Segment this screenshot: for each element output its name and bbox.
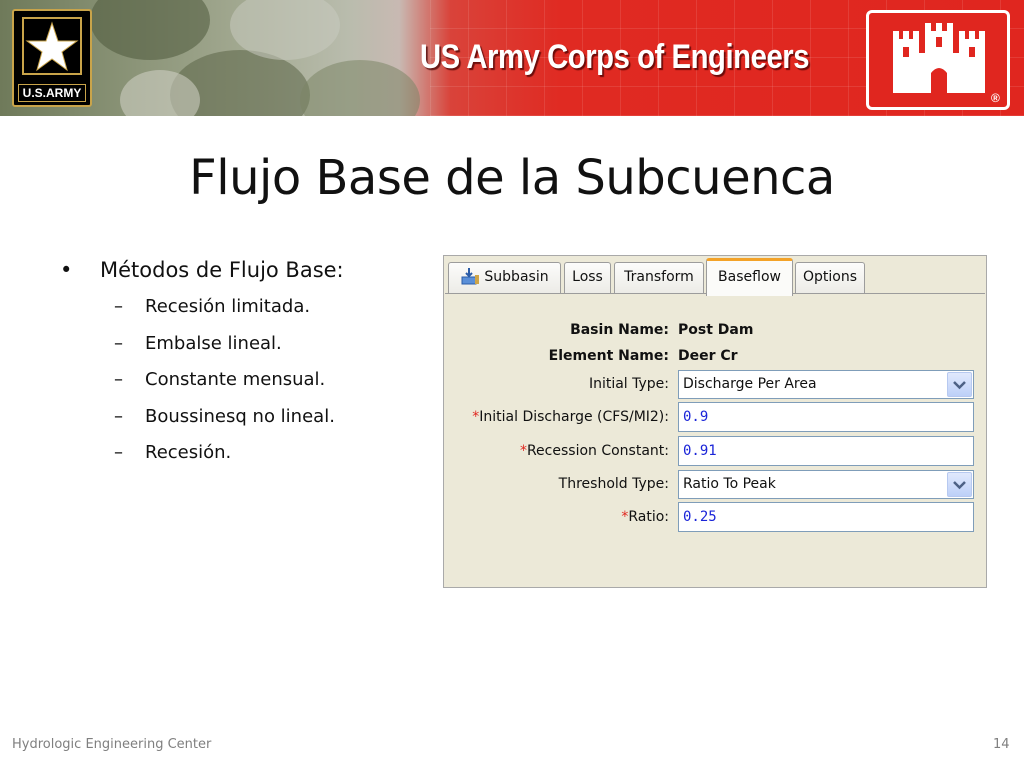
initial-discharge-label: *Initial Discharge (CFS/MI2): xyxy=(472,409,669,425)
initial-type-select[interactable]: Discharge Per Area xyxy=(678,370,974,399)
army-logo-text: U.S.ARMY xyxy=(18,84,86,102)
registered-mark: ® xyxy=(991,91,1000,105)
initial-discharge-value: 0.9 xyxy=(683,409,709,425)
tab-options[interactable]: Options xyxy=(795,262,865,294)
threshold-type-value: Ratio To Peak xyxy=(683,476,776,492)
camo-pattern xyxy=(300,60,420,116)
basin-name-value: Post Dam xyxy=(678,322,754,338)
tab-label: Loss xyxy=(572,269,603,285)
dash-symbol: – xyxy=(114,405,123,427)
ratio-value: 0.25 xyxy=(683,509,717,525)
tab-baseflow[interactable]: Baseflow xyxy=(706,258,793,296)
element-name-label: Element Name: xyxy=(548,348,669,364)
dash-symbol: – xyxy=(114,332,123,354)
bullet-text: Métodos de Flujo Base: xyxy=(100,258,344,282)
initial-type-label: Initial Type: xyxy=(588,376,669,392)
tab-label: Baseflow xyxy=(718,269,781,285)
sub-bullet-text: Constante mensual. xyxy=(145,369,326,390)
baseflow-editor-panel: Subbasin Loss Transform Baseflow Options… xyxy=(443,255,987,588)
tab-label: Transform xyxy=(624,269,694,285)
initial-discharge-label-text: Initial Discharge (CFS/MI2): xyxy=(479,409,669,425)
chevron-down-icon xyxy=(953,381,966,390)
required-marker: * xyxy=(519,443,527,459)
initial-discharge-input[interactable]: 0.9 xyxy=(678,402,974,432)
ratio-input[interactable]: 0.25 xyxy=(678,502,974,532)
dropdown-button[interactable] xyxy=(947,472,972,497)
chevron-down-icon xyxy=(953,481,966,490)
star-icon xyxy=(22,17,82,75)
sub-bullet-text: Recesión. xyxy=(145,442,232,463)
dropdown-button[interactable] xyxy=(947,372,972,397)
dash-symbol: – xyxy=(114,442,123,463)
bullet-symbol: • xyxy=(60,258,73,282)
sub-bullet-text: Embalse lineal. xyxy=(145,332,282,354)
header-banner: U.S.ARMY US Army Corps of Engineers ® xyxy=(0,0,1024,116)
usace-castle-logo: ® xyxy=(866,10,1010,110)
recession-constant-value: 0.91 xyxy=(683,443,717,459)
tab-label: Options xyxy=(802,269,858,285)
element-name-value: Deer Cr xyxy=(678,348,738,364)
footer-organization: Hydrologic Engineering Center xyxy=(12,737,212,752)
us-army-logo: U.S.ARMY xyxy=(12,9,92,107)
threshold-type-label: Threshold Type: xyxy=(558,476,669,492)
tab-transform[interactable]: Transform xyxy=(614,262,704,294)
sub-bullet-text: Recesión limitada. xyxy=(145,296,311,317)
dash-symbol: – xyxy=(114,369,123,390)
tab-label: Subbasin xyxy=(484,269,549,285)
tab-subbasin[interactable]: Subbasin xyxy=(448,262,561,294)
basin-name-label: Basin Name: xyxy=(570,322,669,338)
threshold-type-select[interactable]: Ratio To Peak xyxy=(678,470,974,499)
ratio-label-text: Ratio: xyxy=(628,509,669,525)
baseflow-tab-content: Basin Name: Post Dam Element Name: Deer … xyxy=(445,293,985,585)
castle-icon xyxy=(893,23,985,93)
subbasin-icon xyxy=(461,267,480,284)
camo-pattern xyxy=(90,0,210,60)
dash-symbol: – xyxy=(114,296,123,317)
slide-title: Flujo Base de la Subcuenca xyxy=(189,150,835,206)
recession-constant-label-text: Recession Constant: xyxy=(526,443,669,459)
recession-constant-label: *Recession Constant: xyxy=(520,443,669,459)
initial-type-value: Discharge Per Area xyxy=(683,376,817,392)
page-number: 14 xyxy=(993,737,1010,752)
ratio-label: *Ratio: xyxy=(621,509,669,525)
sub-bullet-text: Boussinesq no lineal. xyxy=(145,405,335,427)
recession-constant-input[interactable]: 0.91 xyxy=(678,436,974,466)
organization-title: US Army Corps of Engineers xyxy=(420,38,810,76)
tab-loss[interactable]: Loss xyxy=(564,262,611,294)
